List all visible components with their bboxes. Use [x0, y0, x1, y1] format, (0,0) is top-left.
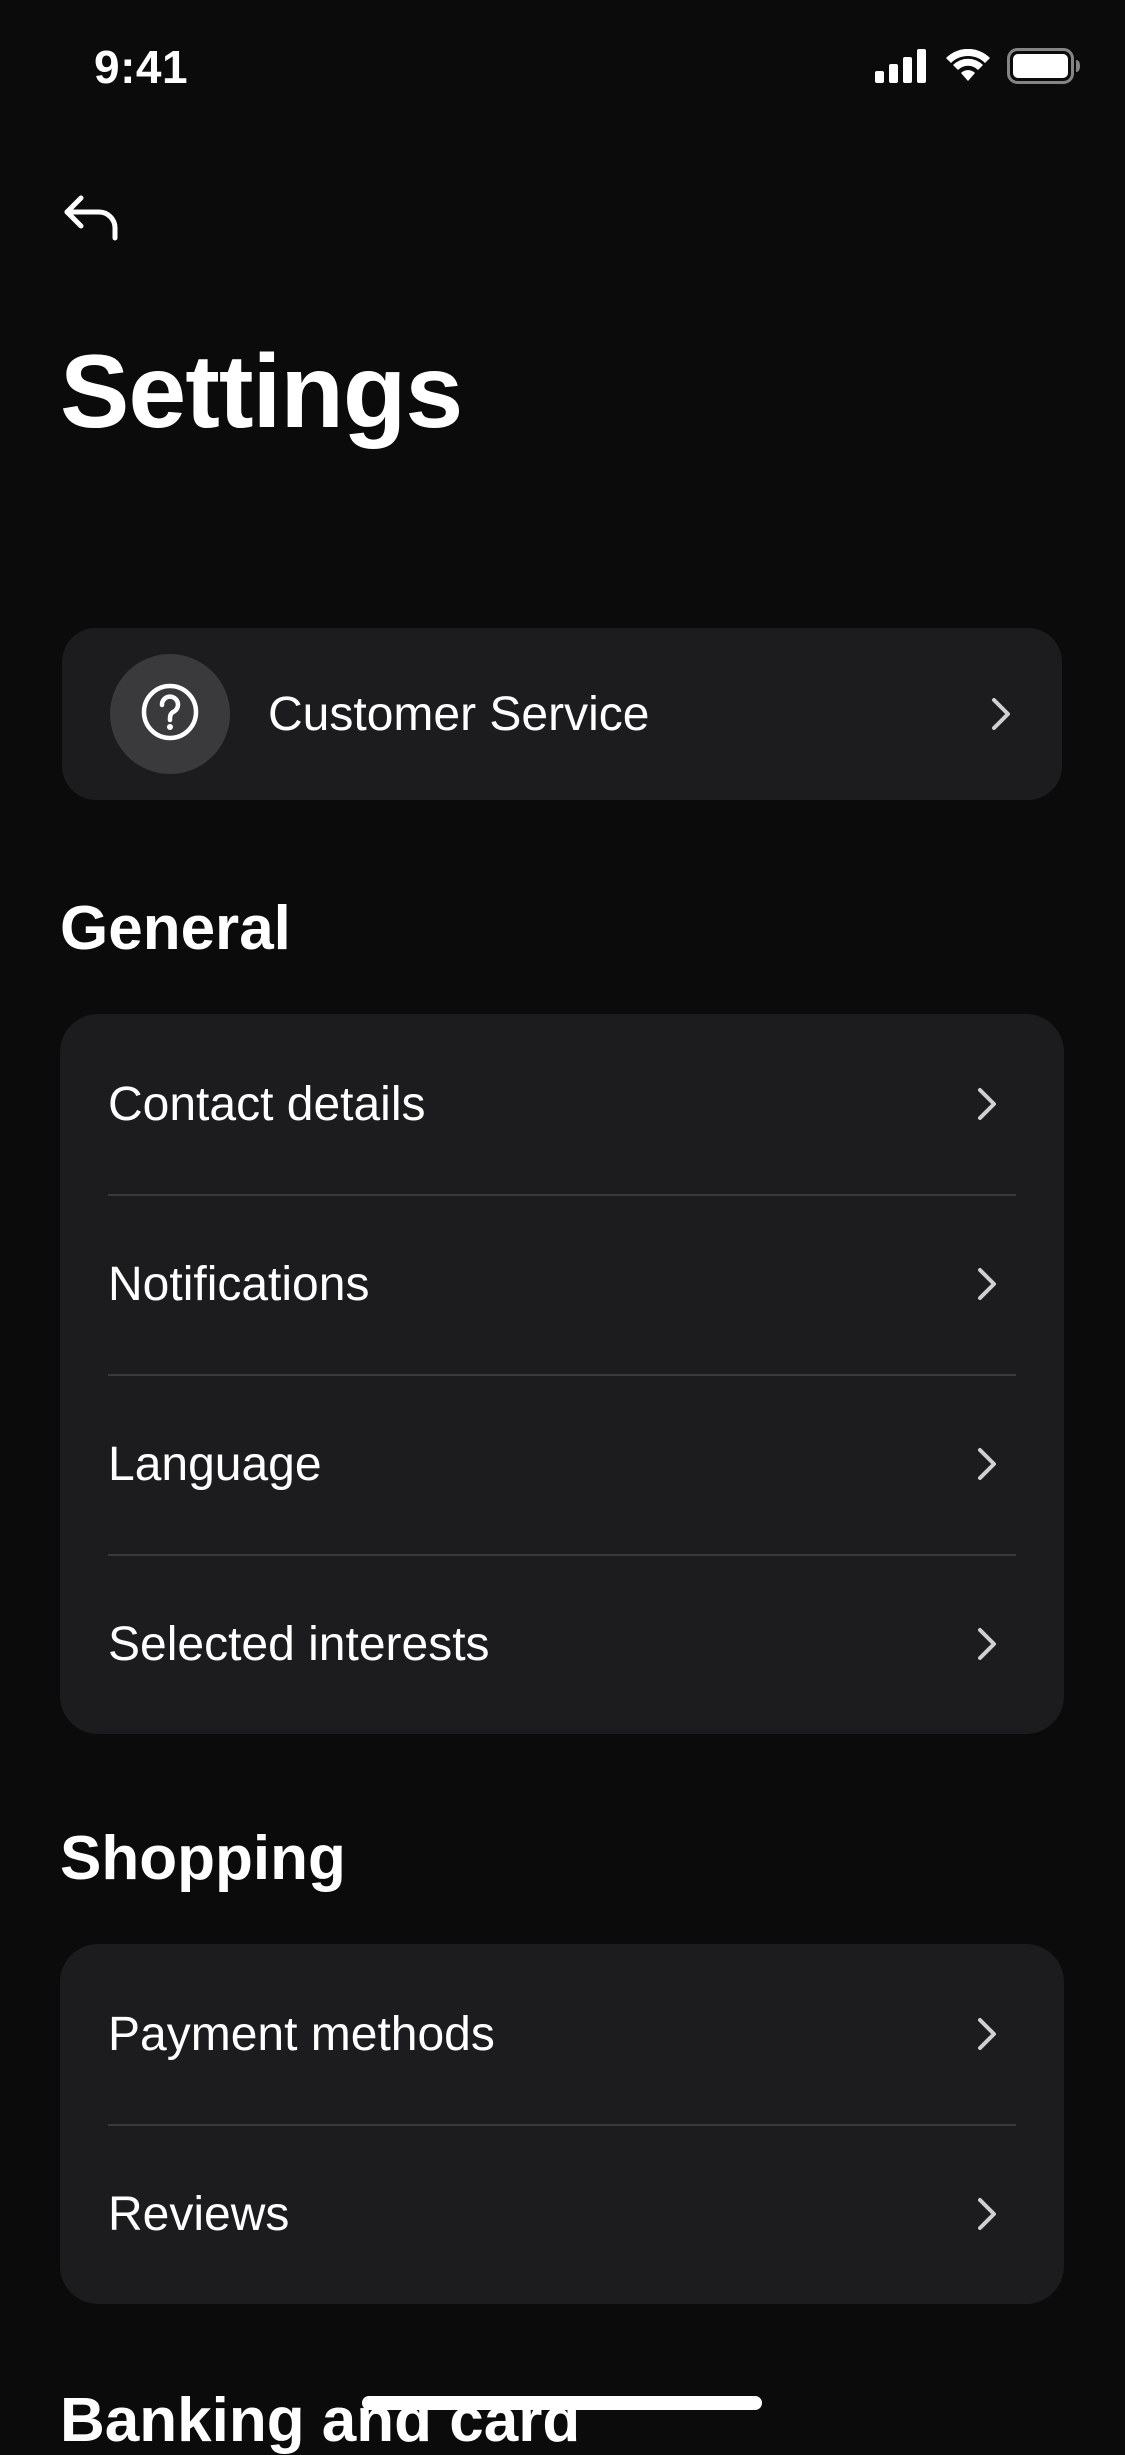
- row-label: Language: [108, 1437, 322, 1491]
- chevron-right-icon: [978, 1628, 996, 1660]
- chevron-right-icon: [992, 698, 1010, 730]
- section-title-general: General: [60, 894, 291, 963]
- shopping-settings-group: Payment methods Reviews: [60, 1944, 1064, 2304]
- settings-row-contact-details[interactable]: Contact details: [60, 1014, 1064, 1194]
- status-icons: [875, 48, 1081, 89]
- chevron-right-icon: [978, 2018, 996, 2050]
- row-label: Reviews: [108, 2187, 290, 2241]
- help-circle-icon: [140, 682, 200, 747]
- row-label: Payment methods: [108, 2007, 495, 2061]
- signal-icon: [875, 49, 929, 88]
- chevron-right-icon: [978, 1088, 996, 1120]
- customer-service-label: Customer Service: [268, 687, 650, 741]
- settings-row-payment-methods[interactable]: Payment methods: [60, 1944, 1064, 2124]
- row-label: Notifications: [108, 1257, 370, 1311]
- section-title-shopping: Shopping: [60, 1824, 346, 1893]
- back-arrow-icon: [61, 192, 121, 249]
- settings-row-reviews[interactable]: Reviews: [60, 2124, 1064, 2304]
- status-time: 9:41: [94, 41, 189, 93]
- settings-row-language[interactable]: Language: [60, 1374, 1064, 1554]
- customer-service-button[interactable]: Customer Service: [62, 628, 1062, 800]
- chevron-right-icon: [978, 1268, 996, 1300]
- row-label: Contact details: [108, 1077, 426, 1131]
- row-label: Selected interests: [108, 1617, 490, 1671]
- wifi-icon: [945, 48, 991, 88]
- settings-row-notifications[interactable]: Notifications: [60, 1194, 1064, 1374]
- battery-icon: [1007, 48, 1081, 89]
- customer-service-icon-wrap: [110, 654, 230, 774]
- chevron-right-icon: [978, 1448, 996, 1480]
- home-indicator[interactable]: [362, 2396, 762, 2410]
- general-settings-group: Contact details Notifications Language S…: [60, 1014, 1064, 1734]
- chevron-right-icon: [978, 2198, 996, 2230]
- page-title: Settings: [60, 334, 463, 450]
- settings-row-selected-interests[interactable]: Selected interests: [60, 1554, 1064, 1734]
- back-button[interactable]: [58, 190, 124, 250]
- status-bar: 9:41: [0, 0, 1125, 132]
